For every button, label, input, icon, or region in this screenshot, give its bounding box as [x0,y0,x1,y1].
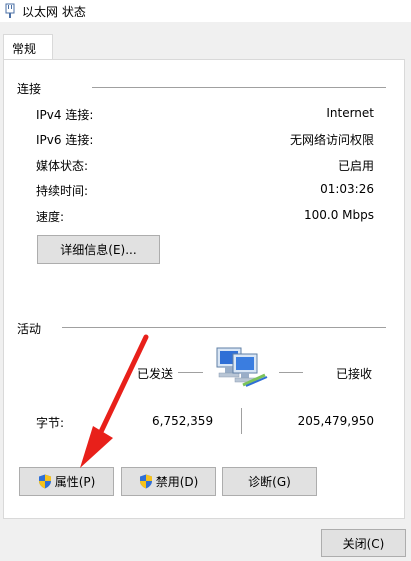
activity-section-label: 活动 [17,322,42,336]
ipv4-label: IPv4 连接: [36,108,94,122]
sent-label: 已发送 [137,367,174,381]
network-computers-icon [216,347,268,387]
received-line [279,372,303,373]
duration-label: 持续时间: [36,184,89,198]
ipv4-value: Internet [326,106,374,120]
properties-button[interactable]: 属性(P) [19,467,114,496]
connection-section-label: 连接 [17,82,42,96]
speed-value: 100.0 Mbps [303,208,374,222]
ipv6-label: IPv6 连接: [36,133,94,147]
close-button[interactable]: 关闭(C) [321,529,406,557]
received-label: 已接收 [336,367,373,381]
uac-shield-icon [38,474,51,489]
tab-general[interactable]: 常规 [3,34,53,60]
details-button-label: 详细信息(E)... [60,243,137,257]
duration-value: 01:03:26 [320,182,374,196]
bytes-label: 字节: [36,416,65,430]
general-panel [3,59,405,519]
disable-button-label: 禁用(D) [155,475,199,489]
bytes-sent-value: 6,752,359 [152,414,214,428]
uac-shield-icon [139,474,152,489]
media-state-label: 媒体状态: [36,159,89,173]
network-adapter-icon [5,3,15,18]
properties-button-label: 属性(P) [54,475,96,489]
tab-general-label: 常规 [12,42,37,56]
bytes-received-value: 205,479,950 [297,414,374,428]
diagnose-button-label: 诊断(G) [248,475,291,489]
disable-button[interactable]: 禁用(D) [121,467,216,496]
speed-label: 速度: [36,210,65,224]
activity-divider [62,327,386,328]
bytes-divider [241,408,242,434]
title-bar: 以太网 状态 [0,0,411,22]
details-button[interactable]: 详细信息(E)... [37,235,160,264]
sent-line [178,372,203,373]
connection-divider [92,87,386,88]
window-title: 以太网 状态 [22,5,86,19]
diagnose-button[interactable]: 诊断(G) [222,467,317,496]
media-state-value: 已启用 [337,159,374,173]
close-button-label: 关闭(C) [342,536,385,551]
ipv6-value: 无网络访问权限 [289,133,374,147]
